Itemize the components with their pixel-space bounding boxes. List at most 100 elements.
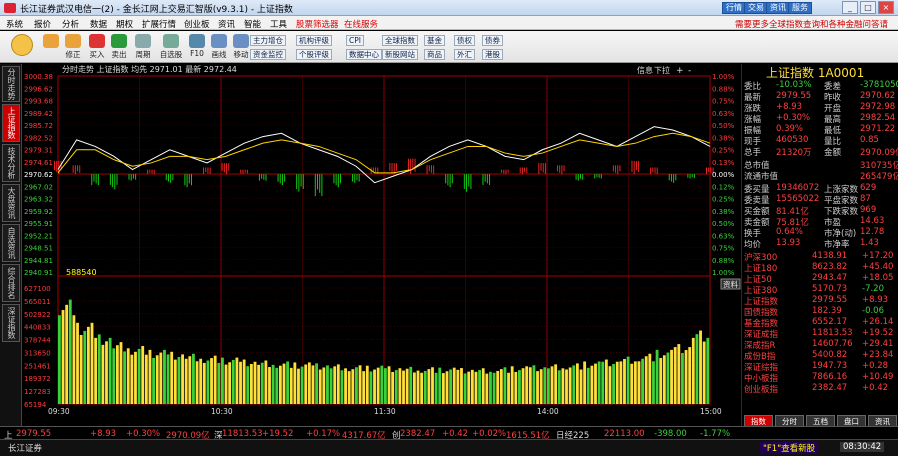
- menu-news[interactable]: 资讯: [218, 18, 235, 30]
- quote-cell-3: 2971.22: [860, 124, 896, 134]
- toolbar-fix-button[interactable]: 修正: [62, 34, 84, 60]
- volume-bar: [90, 322, 94, 404]
- zoom-in-icon[interactable]: +: [676, 66, 684, 76]
- index-change: +23.84: [862, 350, 894, 360]
- menu-tools[interactable]: 工具: [270, 18, 287, 30]
- back-button[interactable]: [8, 34, 36, 57]
- toolbar-hk-stock[interactable]: 港股: [482, 49, 503, 60]
- toolbar-draw-button[interactable]: 画线: [208, 34, 230, 60]
- index-change: -7.20: [862, 284, 884, 294]
- volume-header: 588540: [66, 268, 97, 277]
- volume-bar: [427, 369, 431, 404]
- volume-bar: [199, 358, 203, 404]
- minimize-button[interactable]: _: [842, 1, 858, 14]
- menu-quotes[interactable]: 报价: [34, 18, 51, 30]
- toolbar-stock-rating[interactable]: 个股评级: [296, 49, 332, 60]
- toolbar-ipo-site[interactable]: 新股网站: [382, 49, 418, 60]
- top-button-trade[interactable]: 交易: [744, 2, 768, 14]
- top-button-quotes[interactable]: 行情: [722, 2, 746, 14]
- leftnav-item-3[interactable]: 大盘资讯: [2, 184, 20, 222]
- volume-bar: [412, 372, 416, 404]
- price-tick-label: 2952.21: [24, 232, 53, 240]
- toolbar-buy-button[interactable]: 买入: [86, 34, 108, 60]
- close-button[interactable]: ×: [878, 1, 894, 14]
- toolbar-commodity[interactable]: 商品: [424, 49, 445, 60]
- leftnav-item-0[interactable]: 分时走势: [2, 66, 20, 102]
- flow-bar: [445, 174, 447, 184]
- leftnav-item-6[interactable]: 深证指数: [2, 304, 20, 342]
- toolbar-f10-button[interactable]: F10: [186, 34, 208, 58]
- volume-bar: [340, 370, 344, 404]
- leftnav-item-2[interactable]: 技术分析: [2, 144, 20, 182]
- menu-system[interactable]: 系统: [6, 18, 23, 30]
- flow-bar: [619, 165, 621, 172]
- toolbar-data-center[interactable]: 数据中心: [346, 49, 382, 60]
- volume-bar: [677, 344, 681, 404]
- toolbar-bond[interactable]: 债券: [482, 35, 503, 46]
- zoom-out-icon[interactable]: -: [688, 66, 691, 76]
- toolbar-forex[interactable]: 外汇: [454, 49, 475, 60]
- menu-smart[interactable]: 智能: [244, 18, 261, 30]
- chart-info-chip[interactable]: 信息: [637, 65, 653, 75]
- vol-chip[interactable]: 资料: [723, 279, 738, 289]
- f10-icon: [189, 34, 205, 48]
- pct-tick-label: 0.88%: [712, 257, 735, 265]
- index-change: -0.06: [862, 306, 884, 316]
- flow-bar: [128, 174, 130, 180]
- volume-bar: [264, 360, 268, 404]
- menu-data[interactable]: 数据: [90, 18, 107, 30]
- flow-bar: [501, 169, 503, 173]
- toolbar-main-inflow[interactable]: 主力增仓: [250, 35, 286, 46]
- dropdown-icon[interactable]: 下拉: [654, 65, 670, 75]
- volume-bar: [289, 367, 293, 404]
- volume-bar: [311, 365, 315, 404]
- vol-tick-label: 565011: [24, 298, 51, 306]
- toolbar-cpi[interactable]: CPI: [346, 35, 364, 46]
- volume-bar: [470, 369, 474, 404]
- depth-cell-0: 均价: [744, 240, 762, 250]
- toolbar-fund-monitor[interactable]: 资金监控: [250, 49, 286, 60]
- f1-ipo-hint[interactable]: "F1"查看新股: [760, 442, 819, 454]
- leftnav-item-4[interactable]: 自选资讯: [2, 224, 20, 262]
- volume-bar: [239, 361, 242, 404]
- flow-bar: [524, 167, 526, 173]
- menu-stock-screener[interactable]: 股票筛选器: [296, 18, 339, 30]
- menu-analysis[interactable]: 分析: [62, 18, 79, 30]
- volume-bar: [365, 365, 369, 404]
- volume-bar: [195, 361, 199, 404]
- leftnav-item-5[interactable]: 综合排名: [2, 264, 20, 302]
- intraday-chart[interactable]: 3000.38 1.00% 2996.62 0.88% 2993.68 0.75% 2989…: [22, 64, 741, 426]
- top-button-service[interactable]: 服务: [788, 2, 812, 14]
- flow-bar: [598, 174, 600, 178]
- menu-extended-quotes[interactable]: 扩展行情: [142, 18, 176, 30]
- toolbar-institution-rating[interactable]: 机构评级: [296, 35, 332, 46]
- volume-bar: [456, 369, 460, 404]
- index-change: +8.93: [862, 295, 889, 305]
- toolbar-fund[interactable]: 基金: [424, 35, 445, 46]
- volume-bar: [572, 365, 576, 404]
- menu-online-service[interactable]: 在线服务: [344, 18, 378, 30]
- top-button-news[interactable]: 资讯: [766, 2, 790, 14]
- volume-bar: [481, 368, 485, 404]
- toolbar-move-button[interactable]: 移动: [230, 34, 252, 60]
- volume-bar: [217, 362, 221, 404]
- maximize-button[interactable]: □: [860, 1, 876, 14]
- flow-bar: [706, 167, 707, 175]
- ad-banner[interactable]: 需要更多全球指数查询和各种金融问答请: [735, 18, 888, 30]
- volume-bar: [499, 369, 503, 404]
- toolbar-sell-button[interactable]: 卖出: [108, 34, 130, 60]
- leftnav-item-1[interactable]: 上证指数: [2, 104, 20, 142]
- flow-bar: [319, 174, 321, 193]
- toolbar-period-button[interactable]: 周期: [132, 34, 154, 60]
- price-tick-label: 2940.91: [24, 269, 53, 277]
- volume-bar: [623, 359, 626, 404]
- toolbar-home-button[interactable]: [40, 34, 62, 49]
- volume-bar: [684, 350, 688, 404]
- menu-options[interactable]: 期权: [116, 18, 133, 30]
- toolbar-watchlist-button[interactable]: 自选股: [158, 34, 184, 60]
- toolbar-claims[interactable]: 债权: [454, 35, 475, 46]
- menu-gem[interactable]: 创业板: [184, 18, 210, 30]
- vol-tick-label: 440833: [24, 324, 51, 332]
- toolbar-global-index[interactable]: 全球指数: [382, 35, 418, 46]
- index-name[interactable]: 创业板指: [744, 383, 778, 395]
